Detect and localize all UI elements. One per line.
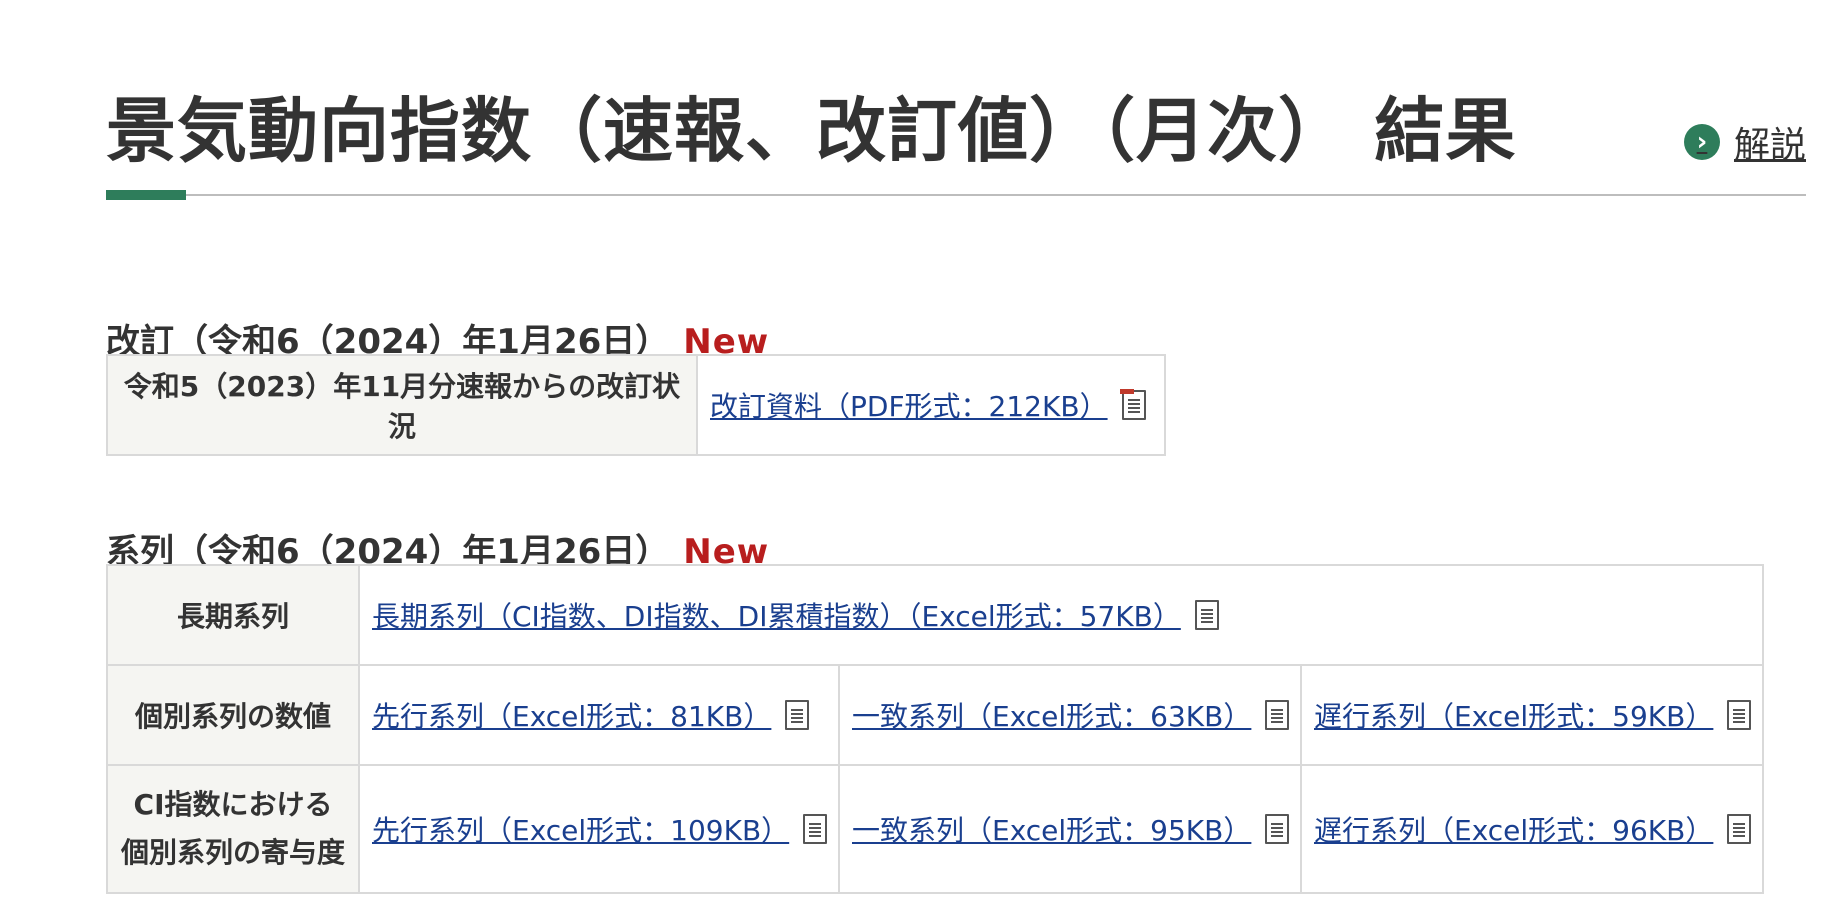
revision-link-cell: 改訂資料（PDF形式：212KB） bbox=[696, 354, 1166, 456]
ci-contribution-label-line2: 個別系列の寄与度 bbox=[120, 836, 345, 869]
excel-document-icon bbox=[1265, 700, 1290, 730]
long-term-series-link[interactable]: 長期系列（CI指数、DI指数、DI累積指数）（Excel形式：57KB） bbox=[372, 595, 1181, 635]
revision-pdf-link[interactable]: 改訂資料（PDF形式：212KB） bbox=[710, 385, 1108, 425]
series-table: 長期系列 長期系列（CI指数、DI指数、DI累積指数）（Excel形式：57KB… bbox=[106, 564, 1765, 894]
table-row: 令和5（2023）年11月分速報からの改訂状況 改訂資料（PDF形式：212KB… bbox=[106, 354, 1166, 456]
explain-link-label: 解説 bbox=[1733, 125, 1806, 166]
excel-document-icon bbox=[1727, 700, 1752, 730]
long-term-series-label: 長期系列 bbox=[106, 564, 360, 666]
excel-document-icon bbox=[1727, 814, 1752, 844]
title-accent-bar bbox=[106, 190, 186, 200]
revision-table: 令和5（2023）年11月分速報からの改訂状況 改訂資料（PDF形式：212KB… bbox=[106, 354, 1166, 456]
ci-coincident-series-link[interactable]: 一致系列（Excel形式：95KB） bbox=[852, 809, 1251, 849]
individual-series-label: 個別系列の数値 bbox=[106, 664, 360, 766]
link-cell: 先行系列（Excel形式：109KB） bbox=[358, 764, 840, 894]
link-cell: 遅行系列（Excel形式：59KB） bbox=[1299, 664, 1765, 766]
chevron-right-icon: › bbox=[1683, 124, 1720, 160]
page: 景気動向指数（速報、改訂値）（月次） 結果 › 解説 改訂（令和6（2024）年… bbox=[0, 0, 1846, 912]
table-row: CI指数における 個別系列の寄与度 先行系列（Excel形式：109KB） 一致… bbox=[106, 764, 1765, 894]
table-row: 長期系列 長期系列（CI指数、DI指数、DI累積指数）（Excel形式：57KB… bbox=[106, 564, 1765, 666]
title-divider bbox=[106, 194, 1806, 196]
link-cell: 遅行系列（Excel形式：96KB） bbox=[1299, 764, 1765, 894]
pdf-document-icon bbox=[1119, 389, 1146, 420]
page-header: 景気動向指数（速報、改訂値）（月次） 結果 › 解説 bbox=[106, 86, 1806, 204]
table-row: 個別系列の数値 先行系列（Excel形式：81KB） 一致系列（Excel形式：… bbox=[106, 664, 1765, 766]
ci-contribution-label-line1: CI指数における bbox=[133, 788, 333, 821]
excel-document-icon bbox=[1194, 600, 1219, 630]
excel-document-icon bbox=[803, 814, 828, 844]
ci-leading-series-link[interactable]: 先行系列（Excel形式：109KB） bbox=[372, 809, 789, 849]
ci-contribution-label: CI指数における 個別系列の寄与度 bbox=[106, 764, 360, 894]
link-cell: 一致系列（Excel形式：95KB） bbox=[838, 764, 1302, 894]
excel-document-icon bbox=[785, 700, 810, 730]
explain-link[interactable]: › 解説 bbox=[1683, 116, 1806, 168]
leading-series-link[interactable]: 先行系列（Excel形式：81KB） bbox=[372, 695, 771, 735]
lagging-series-link[interactable]: 遅行系列（Excel形式：59KB） bbox=[1314, 695, 1713, 735]
revision-row-label: 令和5（2023）年11月分速報からの改訂状況 bbox=[106, 354, 698, 456]
coincident-series-link[interactable]: 一致系列（Excel形式：63KB） bbox=[852, 695, 1251, 735]
excel-document-icon bbox=[1265, 814, 1290, 844]
ci-lagging-series-link[interactable]: 遅行系列（Excel形式：96KB） bbox=[1314, 809, 1713, 849]
link-cell: 一致系列（Excel形式：63KB） bbox=[838, 664, 1302, 766]
page-title: 景気動向指数（速報、改訂値）（月次） 結果 bbox=[106, 90, 1517, 172]
link-cell: 先行系列（Excel形式：81KB） bbox=[358, 664, 840, 766]
long-term-link-cell: 長期系列（CI指数、DI指数、DI累積指数）（Excel形式：57KB） bbox=[357, 564, 1765, 666]
